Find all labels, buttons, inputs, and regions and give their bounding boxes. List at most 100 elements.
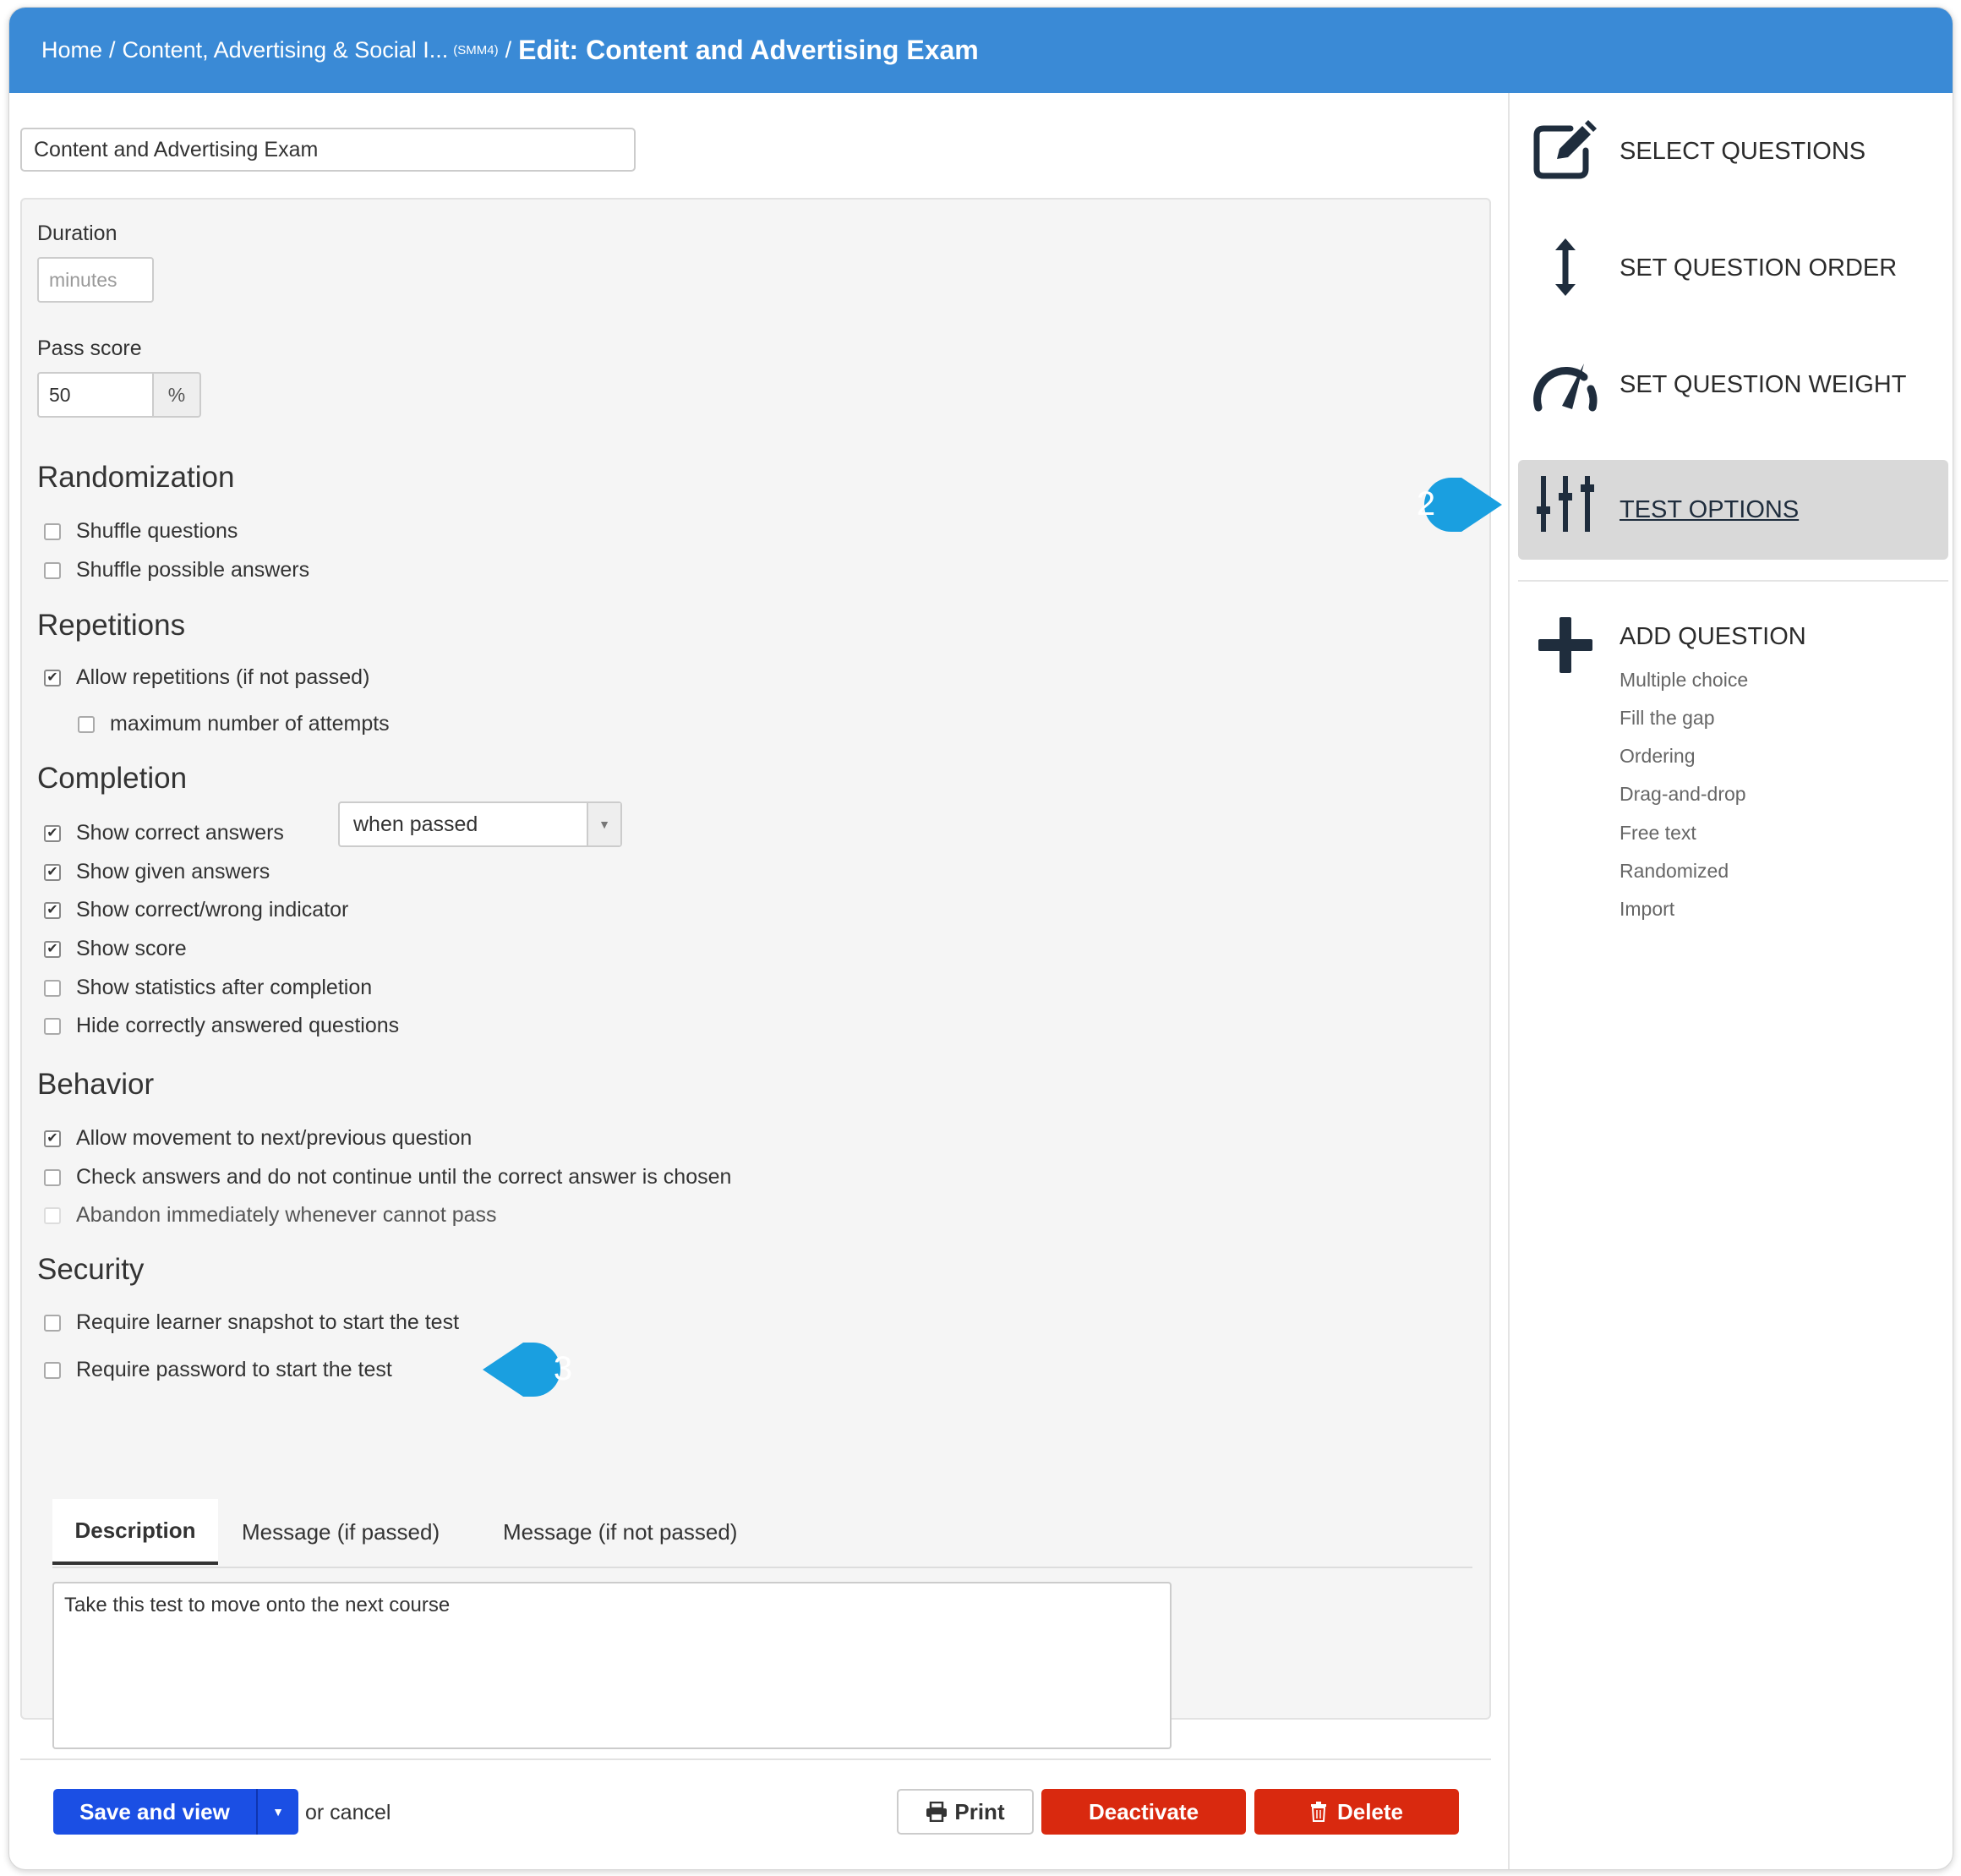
breadcrumb-separator: /: [505, 37, 512, 63]
delete-button[interactable]: Delete: [1254, 1789, 1459, 1835]
max-attempts-option[interactable]: maximum number of attempts: [78, 712, 390, 736]
require-snapshot-option[interactable]: Require learner snapshot to start the te…: [44, 1310, 459, 1335]
save-and-view-button[interactable]: Save and view: [53, 1789, 256, 1835]
shuffle-answers-option[interactable]: Shuffle possible answers: [44, 558, 309, 582]
page-title: Edit: Content and Advertising Exam: [518, 35, 979, 65]
chevron-down-icon: ▼: [272, 1805, 284, 1819]
repetitions-heading: Repetitions: [37, 609, 186, 642]
app-window: Home / Content, Advertising & Social I..…: [8, 7, 1953, 1870]
description-textarea[interactable]: Take this test to move onto the next cou…: [52, 1582, 1172, 1749]
shuffle-questions-checkbox[interactable]: [44, 522, 61, 540]
callout-badge-3: 3: [483, 1343, 572, 1397]
vertical-arrows-icon: [1555, 238, 1576, 296]
sidebar-item-test-options[interactable]: TEST OPTIONS: [1518, 460, 1948, 560]
max-attempts-label: maximum number of attempts: [110, 712, 390, 736]
plus-icon: [1538, 617, 1592, 673]
require-password-option[interactable]: Require password to start the test: [44, 1358, 392, 1382]
delete-label: Delete: [1336, 1798, 1404, 1824]
sidebar-item-label: SET QUESTION WEIGHT: [1620, 370, 1907, 398]
tab-message-passed[interactable]: Message (if passed): [242, 1499, 440, 1565]
shuffle-answers-checkbox[interactable]: [44, 561, 61, 579]
abandon-label: Abandon immediately whenever cannot pass: [76, 1203, 497, 1227]
show-indicator-option[interactable]: ✔ Show correct/wrong indicator: [44, 898, 348, 922]
cancel-link[interactable]: or cancel: [305, 1801, 391, 1825]
abandon-option: Abandon immediately whenever cannot pass: [44, 1203, 497, 1228]
tab-description[interactable]: Description: [52, 1499, 218, 1565]
allow-movement-label: Allow movement to next/previous question: [76, 1126, 472, 1150]
add-drag-and-drop-link[interactable]: Drag-and-drop: [1620, 783, 1746, 806]
print-button[interactable]: Print: [897, 1789, 1034, 1835]
sidebar: SELECT QUESTIONS SET QUESTION ORDER SET …: [1508, 93, 1953, 1869]
max-attempts-checkbox[interactable]: [78, 715, 95, 733]
show-correct-answers-option[interactable]: ✔ Show correct answers when passed ▼: [44, 801, 622, 847]
test-options-panel: Duration Pass score % Randomization Shuf…: [20, 198, 1491, 1749]
sidebar-item-set-question-order[interactable]: SET QUESTION ORDER: [1510, 218, 1953, 318]
show-statistics-checkbox[interactable]: [44, 979, 61, 997]
show-given-answers-checkbox[interactable]: ✔: [44, 863, 61, 881]
require-password-checkbox[interactable]: [44, 1361, 61, 1379]
show-score-label: Show score: [76, 937, 187, 960]
show-score-option[interactable]: ✔ Show score: [44, 937, 187, 961]
sidebar-item-label: SET QUESTION ORDER: [1620, 254, 1898, 282]
abandon-checkbox: [44, 1206, 61, 1224]
shuffle-questions-label: Shuffle questions: [76, 519, 238, 543]
require-password-label: Require password to start the test: [76, 1358, 392, 1381]
chevron-down-icon[interactable]: ▼: [587, 803, 620, 845]
show-indicator-checkbox[interactable]: ✔: [44, 901, 61, 919]
shuffle-answers-label: Shuffle possible answers: [76, 558, 310, 582]
add-multiple-choice-link[interactable]: Multiple choice: [1620, 669, 1748, 692]
allow-repetitions-option[interactable]: ✔ Allow repetitions (if not passed): [44, 665, 369, 690]
show-given-answers-option[interactable]: ✔ Show given answers: [44, 860, 270, 884]
save-options-dropdown[interactable]: ▼: [256, 1789, 298, 1835]
main-content: Duration Pass score % Randomization Shuf…: [9, 93, 1508, 1869]
require-snapshot-checkbox[interactable]: [44, 1314, 61, 1332]
add-question-section: ADD QUESTION Multiple choice Fill the ga…: [1510, 607, 1953, 1114]
security-heading: Security: [37, 1253, 145, 1286]
show-correct-answers-checkbox[interactable]: ✔: [44, 824, 61, 842]
callout-badge-2: 2: [1417, 478, 1502, 532]
breadcrumb-separator: /: [109, 37, 116, 63]
hide-correct-option[interactable]: Hide correctly answered questions: [44, 1014, 399, 1038]
allow-movement-checkbox[interactable]: ✔: [44, 1129, 61, 1147]
behavior-heading: Behavior: [37, 1068, 155, 1101]
breadcrumb-home[interactable]: Home: [41, 37, 102, 63]
percent-addon: %: [154, 372, 201, 418]
allow-repetitions-checkbox[interactable]: ✔: [44, 669, 61, 686]
sidebar-item-set-question-weight[interactable]: SET QUESTION WEIGHT: [1510, 335, 1953, 435]
callout-number-3: 3: [554, 1350, 572, 1387]
hide-correct-label: Hide correctly answered questions: [76, 1014, 400, 1037]
show-statistics-option[interactable]: Show statistics after completion: [44, 976, 372, 1000]
allow-movement-option[interactable]: ✔ Allow movement to next/previous questi…: [44, 1126, 472, 1151]
randomization-heading: Randomization: [37, 461, 235, 494]
deactivate-button[interactable]: Deactivate: [1041, 1789, 1246, 1835]
callout-number-2: 2: [1417, 485, 1435, 522]
sidebar-item-select-questions[interactable]: SELECT QUESTIONS: [1510, 101, 1953, 201]
print-label: Print: [954, 1798, 1005, 1824]
shuffle-questions-option[interactable]: Shuffle questions: [44, 519, 238, 544]
check-answers-checkbox[interactable]: [44, 1168, 61, 1186]
duration-input[interactable]: [37, 257, 154, 303]
sliders-icon: [1537, 476, 1594, 532]
add-ordering-link[interactable]: Ordering: [1620, 745, 1695, 768]
test-title-input[interactable]: [20, 128, 636, 172]
import-questions-link[interactable]: Import: [1620, 898, 1674, 921]
check-answers-option[interactable]: Check answers and do not continue until …: [44, 1165, 731, 1190]
duration-label: Duration: [37, 222, 117, 245]
show-statistics-label: Show statistics after completion: [76, 976, 373, 999]
tab-message-not-passed[interactable]: Message (if not passed): [503, 1499, 737, 1565]
hide-correct-checkbox[interactable]: [44, 1017, 61, 1035]
sidebar-divider: [1518, 580, 1948, 582]
trash-icon: [1310, 1802, 1326, 1822]
show-score-checkbox[interactable]: ✔: [44, 940, 61, 958]
add-question-label: ADD QUESTION: [1620, 622, 1806, 650]
select-value: when passed: [353, 812, 478, 836]
check-answers-label: Check answers and do not continue until …: [76, 1165, 732, 1189]
pass-score-input[interactable]: [37, 372, 154, 418]
add-randomized-link[interactable]: Randomized: [1620, 860, 1729, 883]
pass-score-label: Pass score: [37, 336, 142, 360]
breadcrumb-course[interactable]: Content, Advertising & Social I...: [123, 37, 449, 63]
show-correct-answers-select[interactable]: when passed ▼: [338, 801, 622, 847]
message-tabs: Description Message (if passed) Message …: [52, 1499, 1472, 1568]
add-fill-the-gap-link[interactable]: Fill the gap: [1620, 707, 1715, 730]
add-free-text-link[interactable]: Free text: [1620, 822, 1696, 845]
